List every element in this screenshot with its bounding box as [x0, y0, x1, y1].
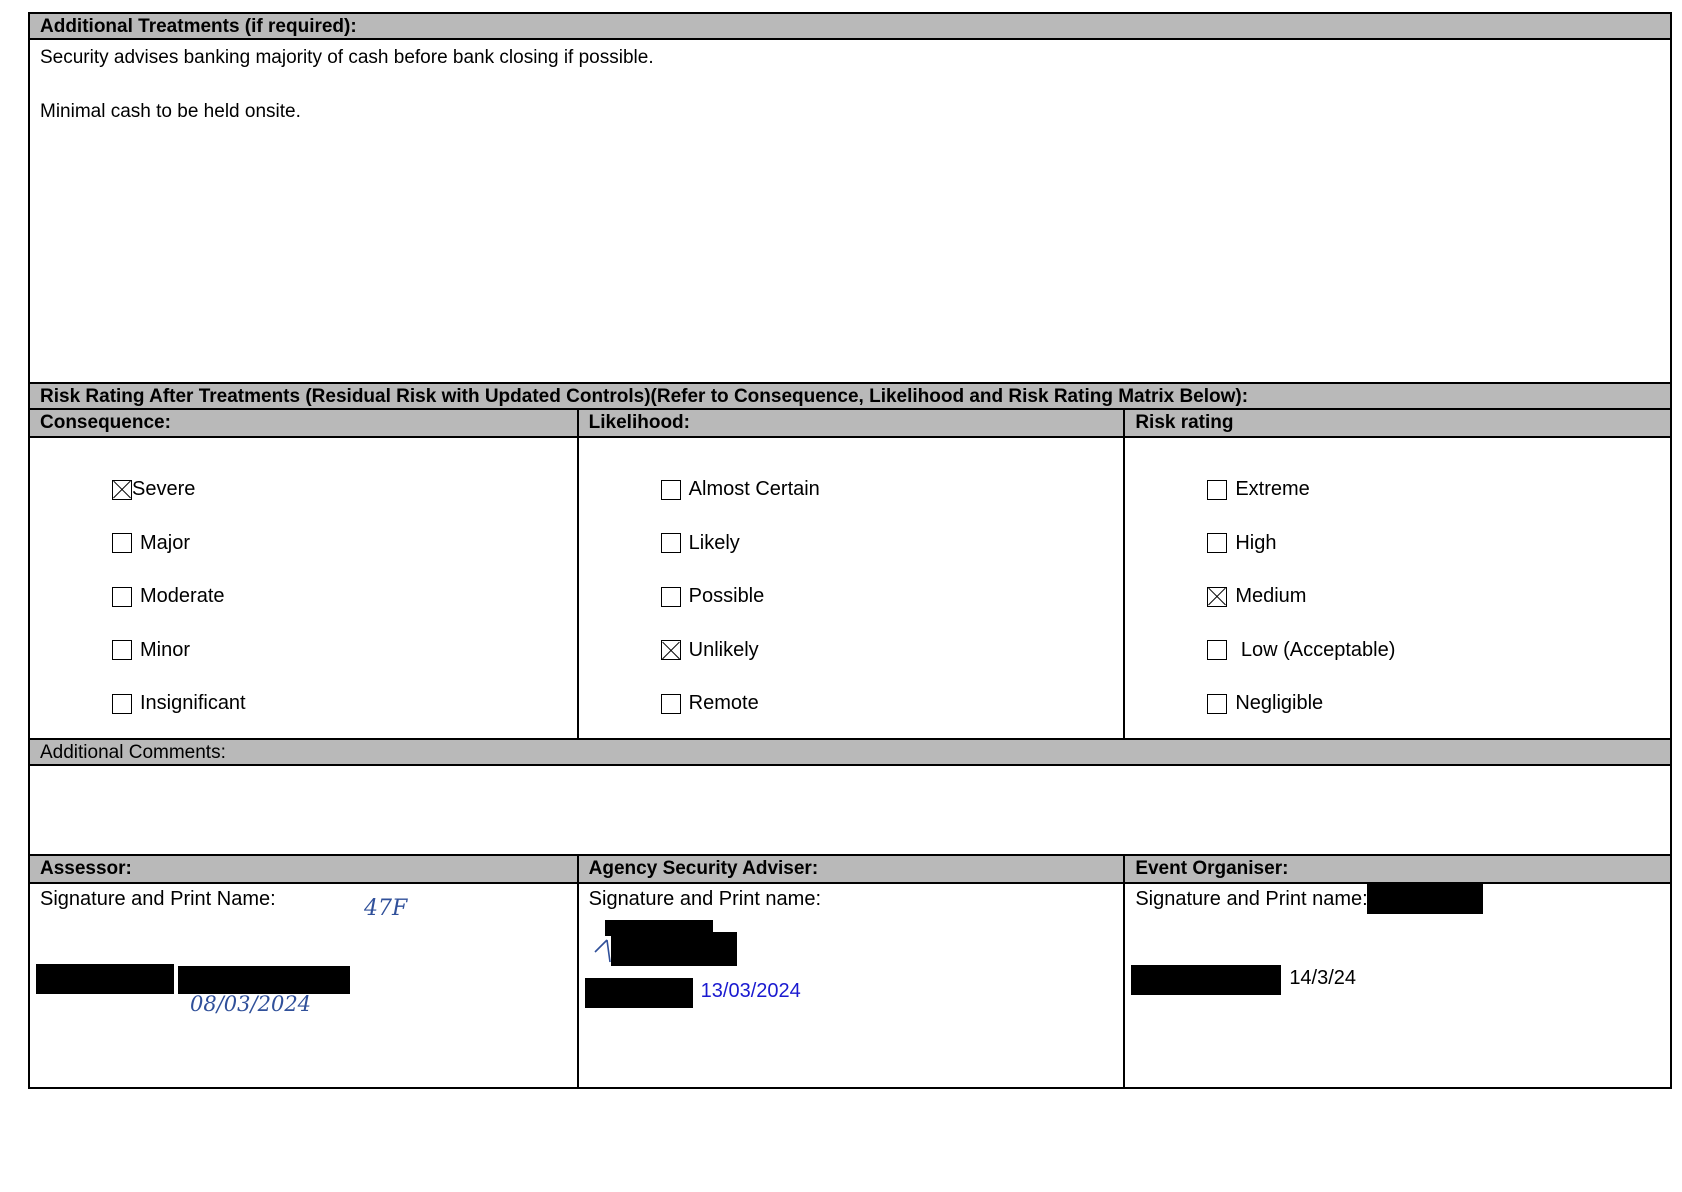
risk-rating-option[interactable]: Extreme: [1207, 463, 1670, 517]
consequence-option[interactable]: Moderate: [112, 570, 577, 624]
risk-rating-choice-options: Extreme High Medium Low (Acceptable) Neg…: [1123, 438, 1670, 738]
risk-rating-options: Severe Major Moderate Minor Insignifican…: [30, 438, 1670, 740]
risk-rating-subheaders: Consequence: Likelihood: Risk rating: [30, 410, 1670, 438]
risk-rating-option[interactable]: Medium: [1207, 570, 1670, 624]
checkbox[interactable]: [1207, 640, 1228, 661]
checkbox[interactable]: [112, 640, 132, 661]
checkbox[interactable]: [112, 586, 132, 607]
consequence-header: Consequence:: [30, 410, 577, 436]
likelihood-options: Almost Certain Likely Possible Unlikely …: [576, 438, 1124, 738]
checkbox[interactable]: [112, 693, 132, 714]
adviser-date: 13/03/2024: [700, 980, 801, 1002]
option-label: Major: [140, 531, 191, 554]
checkbox[interactable]: [660, 479, 681, 500]
redaction-block: [1367, 884, 1484, 914]
additional-treatments-field[interactable]: Security advises banking majority of cas…: [30, 40, 1670, 384]
assessor-date: 08/03/2024: [190, 992, 312, 1016]
risk-rating-header: Risk Rating After Treatments (Residual R…: [30, 384, 1670, 410]
option-label: Severe: [132, 478, 196, 501]
organiser-date: 14/3/24: [1289, 967, 1357, 989]
additional-comments-header: Additional Comments:: [30, 740, 1670, 766]
redaction-block: [584, 978, 693, 1008]
consequence-option[interactable]: Minor: [112, 624, 577, 678]
redaction-block: [178, 966, 350, 994]
checkbox[interactable]: [1207, 586, 1228, 607]
assessor-signature-cell[interactable]: Signature and Print Name: 47F 08/03/2024: [30, 884, 577, 1087]
checkbox[interactable]: [660, 586, 681, 607]
option-label: Negligible: [1235, 692, 1324, 715]
risk-rating-option[interactable]: Negligible: [1207, 677, 1670, 731]
option-label: High: [1235, 531, 1277, 554]
likelihood-option[interactable]: Likely: [660, 517, 1124, 571]
risk-rating-column-header: Risk rating: [1123, 410, 1670, 436]
additional-comments-field[interactable]: [30, 766, 1670, 856]
additional-treatments-header: Additional Treatments (if required):: [30, 14, 1670, 40]
redaction-block: [610, 932, 737, 966]
likelihood-option[interactable]: Possible: [660, 570, 1124, 624]
likelihood-option[interactable]: Remote: [660, 677, 1124, 731]
organiser-signature-cell[interactable]: Signature and Print name: 14/3/24: [1123, 884, 1670, 1087]
checkbox[interactable]: [112, 533, 132, 554]
consequence-option[interactable]: Severe: [112, 463, 577, 517]
assessor-signature-prompt: Signature and Print Name:: [40, 888, 276, 910]
checkbox[interactable]: [660, 533, 681, 554]
risk-rating-option[interactable]: High: [1207, 517, 1670, 571]
signature-row: Signature and Print Name: 47F 08/03/2024…: [30, 884, 1670, 1087]
consequence-options: Severe Major Moderate Minor Insignifican…: [30, 438, 577, 738]
risk-assessment-form: Additional Treatments (if required): Sec…: [28, 12, 1672, 1089]
option-label: Remote: [688, 692, 759, 715]
option-label: Likely: [688, 531, 740, 554]
assessor-initials: 47F: [364, 896, 408, 921]
checkbox[interactable]: [1207, 693, 1228, 714]
checkbox[interactable]: [112, 479, 132, 500]
redaction-block: [1131, 965, 1282, 995]
organiser-header: Event Organiser:: [1123, 856, 1670, 882]
redaction-block: [36, 964, 174, 994]
adviser-header: Agency Security Adviser:: [576, 856, 1124, 882]
adviser-signature-prompt: Signature and Print name:: [588, 888, 822, 910]
adviser-signature-cell[interactable]: Signature and Print name: 13/03/2024: [576, 884, 1124, 1087]
option-label: Medium: [1235, 585, 1307, 608]
option-label: Possible: [688, 585, 765, 608]
likelihood-option[interactable]: Unlikely: [660, 624, 1124, 678]
treatment-line-1: Security advises banking majority of cas…: [40, 47, 654, 68]
option-label: Unlikely: [688, 638, 759, 661]
checkbox[interactable]: [1207, 533, 1228, 554]
option-label: Insignificant: [140, 692, 246, 715]
option-label: Extreme: [1235, 478, 1310, 501]
treatment-line-2: Minimal cash to be held onsite.: [40, 101, 301, 122]
consequence-option[interactable]: Major: [112, 517, 577, 571]
option-label: Moderate: [140, 585, 225, 608]
consequence-option[interactable]: Insignificant: [112, 677, 577, 731]
likelihood-option[interactable]: Almost Certain: [660, 463, 1124, 517]
option-label: Low (Acceptable): [1235, 638, 1396, 661]
signature-headers: Assessor: Agency Security Adviser: Event…: [30, 856, 1670, 884]
checkbox[interactable]: [660, 640, 681, 661]
option-label: Almost Certain: [688, 478, 820, 501]
organiser-signature-prompt: Signature and Print name:: [1135, 888, 1368, 910]
likelihood-header: Likelihood:: [576, 410, 1124, 436]
assessor-header: Assessor:: [30, 856, 577, 882]
checkbox[interactable]: [660, 693, 681, 714]
checkbox[interactable]: [1207, 479, 1228, 500]
risk-rating-option[interactable]: Low (Acceptable): [1207, 624, 1670, 678]
option-label: Minor: [140, 638, 191, 661]
